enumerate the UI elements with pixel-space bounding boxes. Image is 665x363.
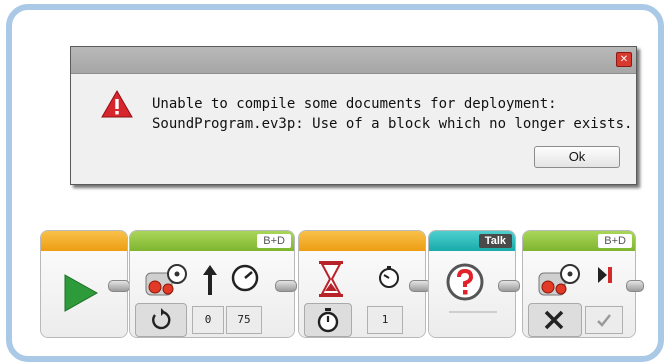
stop-x-icon <box>544 310 564 330</box>
sequence-plug[interactable] <box>498 280 520 292</box>
talk-label: Talk <box>478 234 512 248</box>
warning-icon <box>101 90 133 118</box>
sequence-plug[interactable] <box>275 280 297 292</box>
empty-parameter-line <box>449 311 497 313</box>
talk-block-header: Talk <box>429 231 515 251</box>
play-icon[interactable] <box>61 273 101 313</box>
error-dialog: ✕ Unable to compile some documents for d… <box>70 46 637 185</box>
arrow-up-icon <box>203 265 217 295</box>
port-label[interactable]: B+D <box>598 234 632 248</box>
error-message: Unable to compile some documents for dep… <box>152 94 632 134</box>
start-block-body <box>41 251 127 337</box>
move-steering-off-body <box>523 251 635 337</box>
wait-timer-header <box>299 231 425 251</box>
move-steering-off-block[interactable]: B+D <box>522 230 636 338</box>
move-steering-off-header: B+D <box>523 231 635 251</box>
wait-timer-block[interactable]: 1 <box>298 230 426 338</box>
move-steering-body: 0 75 <box>130 251 294 337</box>
error-message-line-2: SoundProgram.ev3p: Use of a block which … <box>152 116 633 132</box>
ok-button[interactable]: Ok <box>534 146 620 168</box>
mode-selector[interactable] <box>304 303 352 337</box>
port-label[interactable]: B+D <box>257 234 291 248</box>
mode-selector[interactable] <box>528 303 582 337</box>
mode-selector[interactable] <box>135 303 187 337</box>
hourglass-icon <box>319 261 343 297</box>
checkmark-icon <box>597 314 611 327</box>
steering-value[interactable]: 0 <box>192 306 224 334</box>
speed-gauge-icon <box>231 264 259 292</box>
sequence-plug[interactable] <box>626 280 644 292</box>
close-button[interactable]: ✕ <box>616 52 632 67</box>
sequence-plug[interactable] <box>108 280 130 292</box>
stopwatch-icon <box>317 308 339 333</box>
dialog-titlebar[interactable]: ✕ <box>71 47 636 74</box>
wait-timer-body: 1 <box>299 251 425 337</box>
timer-icon <box>379 266 399 288</box>
steering-icon <box>145 264 187 296</box>
brake-icon <box>598 267 612 283</box>
question-icon <box>446 263 484 301</box>
talk-block-body <box>429 251 515 337</box>
steering-icon <box>538 264 580 296</box>
error-message-line-1: Unable to compile some documents for dep… <box>152 96 557 112</box>
start-block-header <box>41 231 127 251</box>
move-steering-header: B+D <box>130 231 294 251</box>
power-value[interactable]: 75 <box>226 306 262 334</box>
move-steering-block[interactable]: B+D 0 75 <box>129 230 295 338</box>
brake-toggle[interactable] <box>585 306 623 334</box>
seconds-value[interactable]: 1 <box>367 306 403 334</box>
rotate-icon <box>152 308 171 330</box>
